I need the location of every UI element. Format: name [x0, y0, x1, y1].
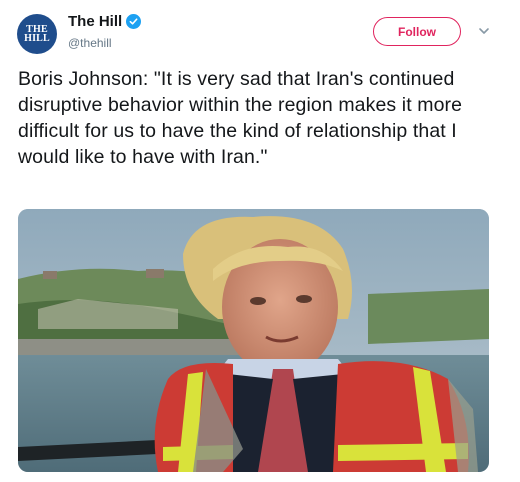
- tweet-card: THE HILL The Hill @thehill Follow Boris …: [0, 0, 520, 482]
- tweet-text: Boris Johnson: "It is very sad that Iran…: [18, 68, 463, 168]
- vest-band-right: [338, 443, 468, 461]
- right-headland: [368, 289, 489, 344]
- account-handle[interactable]: @thehill: [68, 36, 112, 50]
- castle-building: [146, 269, 164, 278]
- harbour-wall: [18, 339, 248, 355]
- avatar-text-line2: HILL: [24, 33, 50, 44]
- tweet-media-image[interactable]: [18, 209, 489, 472]
- account-name[interactable]: The Hill: [68, 13, 142, 30]
- avatar[interactable]: THE HILL: [17, 14, 57, 54]
- left-eye: [250, 297, 266, 305]
- media-illustration: [18, 209, 489, 472]
- chevron-down-icon[interactable]: [478, 25, 490, 37]
- account-name-label: The Hill: [68, 13, 123, 30]
- right-eye: [296, 295, 312, 303]
- verified-badge-icon: [126, 14, 142, 29]
- castle-tower: [43, 271, 57, 279]
- follow-button[interactable]: Follow: [373, 17, 461, 46]
